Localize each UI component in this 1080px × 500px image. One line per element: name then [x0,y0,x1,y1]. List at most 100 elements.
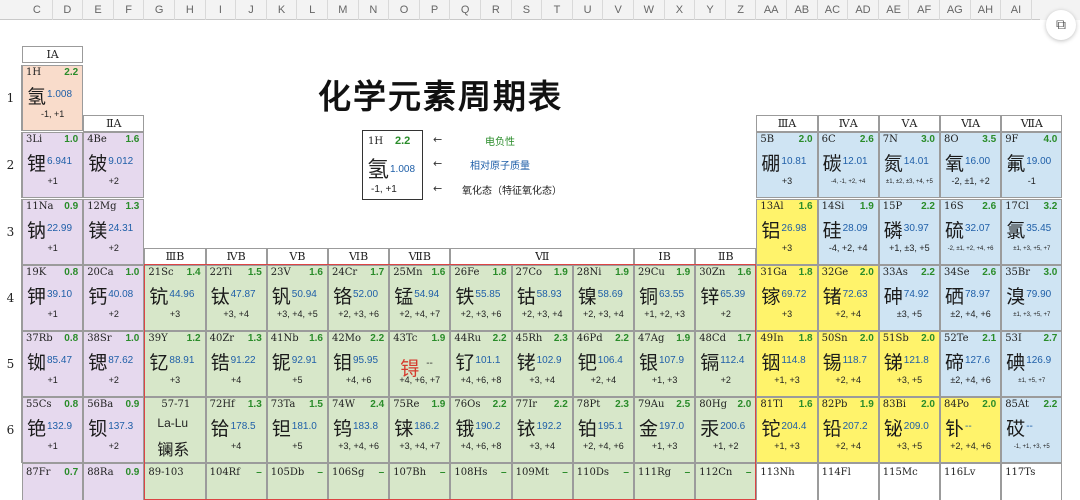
element-cell-ta[interactable]: 73Ta 1.5 钽 181.0 +5 [266,397,328,463]
column-header-t[interactable]: T [542,0,573,20]
element-cell-ti[interactable]: 22Ti 1.5 钛 47.87 +3, +4 [205,265,267,331]
element-cell-ra[interactable]: 88Ra 0.9 [83,463,145,500]
element-cell-n[interactable]: 7N 3.0 氮 14.01 ±1, ±2, ±3, +4, +5 [878,132,940,198]
column-header-v[interactable]: V [603,0,634,20]
element-cell-la[interactable]: 57-71 镧系 La-Lu [144,397,206,463]
column-header-ac[interactable]: AC [818,0,849,20]
column-header-q[interactable]: Q [450,0,481,20]
element-cell-cs[interactable]: 55Cs 0.8 铯 132.9 +1 [22,397,84,463]
column-header-z[interactable]: Z [726,0,757,20]
column-header-p[interactable]: P [420,0,451,20]
element-cell-rg[interactable]: 111Rg – [634,463,696,500]
element-cell-be[interactable]: 4Be 1.6 铍 9.012 +2 [83,132,145,198]
column-header-e[interactable]: E [83,0,114,20]
element-cell-h[interactable]: 1H 2.2 氢 1.008 -1, +1 [22,65,84,131]
column-header-j[interactable]: J [236,0,267,20]
column-header-i[interactable]: I [206,0,237,20]
element-cell-zn[interactable]: 30Zn 1.6 锌 65.39 +2 [695,265,757,331]
column-header-w[interactable]: W [634,0,665,20]
element-cell-mt[interactable]: 109Mt – [511,463,573,500]
element-cell-fl[interactable]: 114Fl [817,463,879,500]
column-header-ag[interactable]: AG [940,0,971,20]
element-cell-y[interactable]: 39Y 1.2 钇 88.91 +3 [144,331,206,397]
column-header-y[interactable]: Y [695,0,726,20]
element-cell-fr[interactable]: 87Fr 0.7 [22,463,84,500]
element-cell-os[interactable]: 76Os 2.2 锇 190.2 +4, +6, +8 [450,397,512,463]
element-cell-at[interactable]: 85At 2.2 砹 -- -1, +1, +3, +5 [1001,397,1063,463]
element-cell-cn[interactable]: 112Cn – [695,463,757,500]
element-cell-rb[interactable]: 37Rb 0.8 铷 85.47 +1 [22,331,84,397]
column-header-k[interactable]: K [267,0,298,20]
element-cell-mc[interactable]: 115Mc [878,463,940,500]
element-cell-nh[interactable]: 113Nh [756,463,818,500]
column-header-n[interactable]: N [359,0,390,20]
element-cell-c[interactable]: 6C 2.6 碳 12.01 -4, -1, +2, +4 [817,132,879,198]
element-cell-hg[interactable]: 80Hg 2.0 汞 200.6 +1, +2 [695,397,757,463]
element-cell-rf[interactable]: 104Rf – [205,463,267,500]
column-header-x[interactable]: X [665,0,696,20]
element-cell-o[interactable]: 8O 3.5 氧 16.00 -2, ±1, +2 [940,132,1002,198]
element-cell-ts[interactable]: 117Ts [1001,463,1063,500]
element-cell-br[interactable]: 35Br 3.0 溴 79.90 ±1, +3, +5, +7 [1001,265,1063,331]
column-header-g[interactable]: G [144,0,175,20]
element-cell-ac[interactable]: 89-103 [144,463,206,500]
element-cell-cd[interactable]: 48Cd 1.7 镉 112.4 +2 [695,331,757,397]
element-cell-si[interactable]: 14Si 1.9 硅 28.09 -4, +2, +4 [817,199,879,265]
element-cell-sg[interactable]: 106Sg – [328,463,390,500]
element-cell-mo[interactable]: 42Mo 2.2 钼 95.95 +4, +6 [328,331,390,397]
scan-icon[interactable]: ⧉ [1046,10,1076,40]
element-cell-tc[interactable]: 43Tc 1.9 锝 -- +4, +6, +7 [389,331,451,397]
element-cell-hf[interactable]: 72Hf 1.3 铪 178.5 +4 [205,397,267,463]
element-cell-na[interactable]: 11Na 0.9 钠 22.99 +1 [22,199,84,265]
column-header-aa[interactable]: AA [756,0,787,20]
element-cell-po[interactable]: 84Po 2.0 钋 -- +2, +4, +6 [940,397,1002,463]
element-cell-p[interactable]: 15P 2.2 磷 30.97 +1, ±3, +5 [878,199,940,265]
element-cell-bi[interactable]: 83Bi 2.0 铋 209.0 +3, +5 [878,397,940,463]
element-cell-k[interactable]: 19K 0.8 钾 39.10 +1 [22,265,84,331]
element-cell-s[interactable]: 16S 2.6 硫 32.07 -2, ±1, +2, +4, +6 [940,199,1002,265]
element-cell-tl[interactable]: 81Tl 1.6 铊 204.4 +1, +3 [756,397,818,463]
element-cell-rh[interactable]: 45Rh 2.3 铑 102.9 +3, +4 [511,331,573,397]
column-header-ad[interactable]: AD [848,0,879,20]
element-cell-cl[interactable]: 17Cl 3.2 氯 35.45 ±1, +3, +5, +7 [1001,199,1063,265]
element-cell-v[interactable]: 23V 1.6 钒 50.94 +3, +4, +5 [266,265,328,331]
element-cell-hs[interactable]: 108Hs – [450,463,512,500]
column-header-r[interactable]: R [481,0,512,20]
element-cell-te[interactable]: 52Te 2.1 碲 127.6 ±2, +4, +6 [940,331,1002,397]
element-cell-sn[interactable]: 50Sn 2.0 锡 118.7 +2, +4 [817,331,879,397]
column-header-c[interactable]: C [22,0,53,20]
element-cell-lv[interactable]: 116Lv [940,463,1002,500]
column-header-o[interactable]: O [389,0,420,20]
element-cell-db[interactable]: 105Db – [266,463,328,500]
element-cell-mg[interactable]: 12Mg 1.3 镁 24.31 +2 [83,199,145,265]
element-cell-in[interactable]: 49In 1.8 铟 114.8 +1, +3 [756,331,818,397]
column-header-ai[interactable]: AI [1001,0,1032,20]
element-cell-ba[interactable]: 56Ba 0.9 钡 137.3 +2 [83,397,145,463]
element-cell-li[interactable]: 3Li 1.0 锂 6.941 +1 [22,132,84,198]
element-cell-nb[interactable]: 41Nb 1.6 铌 92.91 +5 [266,331,328,397]
element-cell-ir[interactable]: 77Ir 2.2 铱 192.2 +3, +4 [511,397,573,463]
element-cell-co[interactable]: 27Co 1.9 钴 58.93 +2, +3, +4 [511,265,573,331]
column-header-ae[interactable]: AE [879,0,910,20]
element-cell-re[interactable]: 75Re 1.9 铼 186.2 +3, +4, +7 [389,397,451,463]
column-header-h[interactable]: H [175,0,206,20]
element-cell-sb[interactable]: 51Sb 2.0 锑 121.8 +3, +5 [878,331,940,397]
element-cell-ds[interactable]: 110Ds – [572,463,634,500]
element-cell-cu[interactable]: 29Cu 1.9 铜 63.55 +1, +2, +3 [634,265,696,331]
element-cell-au[interactable]: 79Au 2.5 金 197.0 +1, +3 [634,397,696,463]
column-header-ab[interactable]: AB [787,0,818,20]
column-header-af[interactable]: AF [909,0,940,20]
element-cell-ge[interactable]: 32Ge 2.0 锗 72.63 +2, +4 [817,265,879,331]
column-header-u[interactable]: U [573,0,604,20]
element-cell-ni[interactable]: 28Ni 1.9 镍 58.69 +2, +3, +4 [572,265,634,331]
element-cell-f[interactable]: 9F 4.0 氟 19.00 -1 [1001,132,1063,198]
element-cell-ca[interactable]: 20Ca 1.0 钙 40.08 +2 [83,265,145,331]
element-cell-se[interactable]: 34Se 2.6 硒 78.97 ±2, +4, +6 [940,265,1002,331]
element-cell-ag[interactable]: 47Ag 1.9 银 107.9 +1, +3 [634,331,696,397]
column-header-f[interactable]: F [114,0,145,20]
column-header-ah[interactable]: AH [971,0,1002,20]
element-cell-sc[interactable]: 21Sc 1.4 钪 44.96 +3 [144,265,206,331]
element-cell-mn[interactable]: 25Mn 1.6 锰 54.94 +2, +4, +7 [389,265,451,331]
element-cell-fe[interactable]: 26Fe 1.8 铁 55.85 +2, +3, +6 [450,265,512,331]
element-cell-ga[interactable]: 31Ga 1.8 镓 69.72 +3 [756,265,818,331]
